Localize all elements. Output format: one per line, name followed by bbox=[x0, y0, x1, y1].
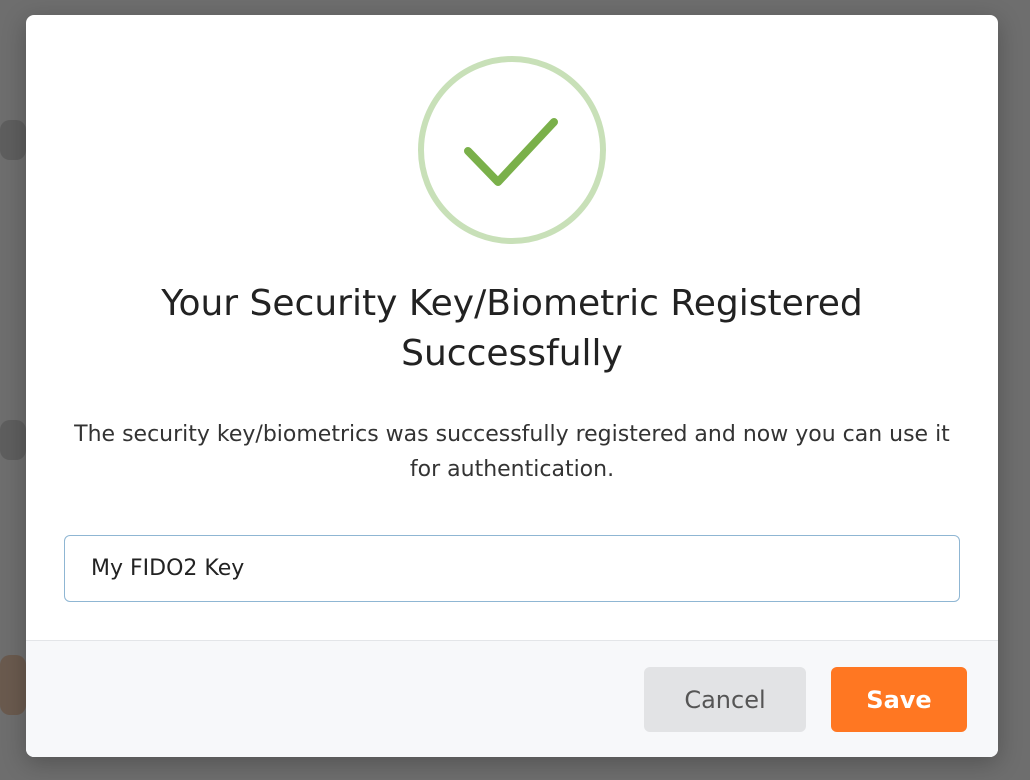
dialog-description: The security key/biometrics was successf… bbox=[74, 422, 950, 482]
cancel-button[interactable]: Cancel bbox=[644, 667, 806, 732]
background-page-element bbox=[0, 120, 26, 160]
checkmark-circle-icon bbox=[416, 54, 608, 246]
background-page-element bbox=[0, 420, 26, 460]
background-page-element bbox=[0, 655, 26, 715]
dialog-footer: Cancel Save bbox=[26, 640, 998, 757]
dialog-body: Your Security Key/Biometric Registered S… bbox=[26, 15, 998, 640]
save-button[interactable]: Save bbox=[831, 667, 967, 732]
registration-success-dialog: Your Security Key/Biometric Registered S… bbox=[26, 15, 998, 757]
dialog-title: Your Security Key/Biometric Registered S… bbox=[161, 283, 863, 374]
key-name-input[interactable] bbox=[64, 535, 960, 602]
